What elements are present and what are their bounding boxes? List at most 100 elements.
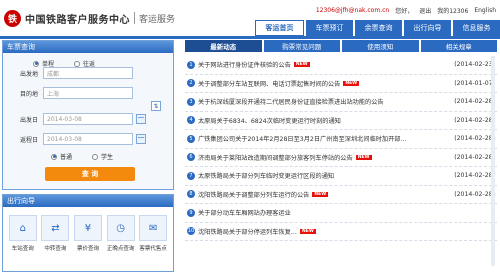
- guide-transfer[interactable]: ⇄ 中转查询: [41, 215, 71, 252]
- guide-label: 正晚点查询: [106, 246, 135, 252]
- news-item[interactable]: 2 关于调整部分车站互联网、电话订票起售时间的公告 NEW (2014-01-07): [185, 75, 497, 93]
- guide-delay[interactable]: ◷ 正晚点查询: [106, 215, 136, 252]
- my-12306-link[interactable]: 我的12306: [437, 6, 468, 15]
- agency-icon: ✉: [139, 215, 168, 241]
- tab-notice[interactable]: 使用须知: [342, 40, 419, 52]
- return-row: 返程日: [3, 133, 146, 145]
- guide-grid: ⌂ 车站查询 ⇄ 中转查询 ¥ 票价查询 ◷ 正晚点查询 ✉ 客票代售点: [3, 207, 173, 252]
- item-number: 9: [187, 208, 195, 217]
- tab-latest[interactable]: 最新动态: [185, 40, 262, 52]
- news-item[interactable]: 8 沈阳铁路局关于调整部分列车运行的公告 NEW (2014-02-28): [185, 186, 497, 204]
- news-panel: 最新动态 购票常见问题 使用须知 相关规章 1 关于网站进行身份证件核验的公告 NE…: [185, 40, 497, 272]
- news-item[interactable]: 4 太原局关于6834、6824次临时变更运行时刻的通知 (2014-02-28): [185, 112, 497, 130]
- nav-booking[interactable]: 车票预订: [306, 20, 353, 36]
- tab-rules[interactable]: 相关规章: [420, 40, 497, 52]
- guide-label: 客票代售点: [139, 246, 167, 252]
- guide-label: 车站查询: [11, 246, 34, 252]
- user-bar: 12306@jfh@nak.com.cn 您好， 退出 我的12306 Engl…: [0, 0, 500, 20]
- depart-row: 出发日: [3, 113, 146, 125]
- news-item[interactable]: 5 广铁集团公司关于2014年2月28日至3月2日广州南至深圳北间临时加开部… (2…: [185, 130, 497, 149]
- news-item[interactable]: 3 关于杭深线厦深段开通持二代居民身份证直接检票进出站功能的公告 (2014-02-…: [185, 93, 497, 112]
- new-badge: NEW: [312, 191, 329, 197]
- from-field[interactable]: [43, 67, 133, 79]
- clock-icon: ◷: [106, 215, 135, 241]
- nav-guide[interactable]: 出行向导: [404, 20, 451, 36]
- return-label: 返程日: [19, 136, 38, 144]
- guide-station[interactable]: ⌂ 车站查询: [8, 215, 38, 252]
- news-title[interactable]: 沈阳铁路局关于调整部分列车运行的公告: [198, 190, 309, 199]
- news-item[interactable]: 1 关于网站进行身份证件核验的公告 NEW (2014-02-23): [185, 56, 497, 75]
- item-number: 4: [187, 116, 195, 125]
- news-title[interactable]: 关于杭深线厦深段开通持二代居民身份证直接检票进出站功能的公告: [198, 97, 384, 106]
- scrollbar[interactable]: [491, 56, 495, 266]
- panel-title: 车票查询: [3, 41, 173, 53]
- news-title[interactable]: 太原铁路局关于部分列车临时变更运行区段的通知: [198, 171, 334, 180]
- radio-dot: [92, 153, 99, 160]
- type-student-radio[interactable]: 学生: [92, 152, 113, 161]
- type-normal-radio[interactable]: 普通: [51, 152, 72, 161]
- passenger-type: 普通 学生: [3, 152, 113, 161]
- news-item[interactable]: 9 关于部分动车车厢网站办理客运业: [185, 204, 497, 223]
- swap-stations-icon[interactable]: ⇅: [151, 101, 161, 111]
- nav-home[interactable]: 客运首页: [255, 20, 304, 36]
- depart-date-field[interactable]: [43, 113, 133, 125]
- radio-label: 普通: [60, 154, 73, 161]
- return-date-field[interactable]: [43, 133, 133, 145]
- from-label: 出发地: [19, 70, 38, 78]
- news-title[interactable]: 关于网站进行身份证件核验的公告: [198, 60, 291, 69]
- to-field[interactable]: [43, 87, 133, 99]
- news-title[interactable]: 太原局关于6834、6824次临时变更运行时刻的通知: [198, 116, 341, 125]
- item-number: 7: [187, 171, 195, 180]
- language-link[interactable]: English: [474, 7, 496, 14]
- nav-availability[interactable]: 余票查询: [355, 20, 402, 36]
- calendar-icon[interactable]: [136, 134, 146, 144]
- to-row: 目的地: [3, 87, 133, 99]
- query-button[interactable]: 查 询: [45, 167, 135, 181]
- radio-dot: [33, 60, 39, 67]
- nav-info[interactable]: 信息服务: [453, 20, 500, 36]
- new-badge: NEW: [343, 80, 360, 86]
- travel-guide-panel: 出行向导 ⌂ 车站查询 ⇄ 中转查询 ¥ 票价查询 ◷ 正晚点查询 ✉ 客票代售点: [2, 194, 174, 272]
- news-item[interactable]: 10 沈阳铁路局关于部分停运列车恢复… NEW: [185, 223, 497, 241]
- guide-label: 中转查询: [44, 246, 67, 252]
- news-list: 1 关于网站进行身份证件核验的公告 NEW (2014-02-23) 2 关于调整部分车站…: [185, 56, 497, 241]
- radio-dot: [51, 153, 57, 160]
- item-number: 5: [187, 134, 195, 143]
- tab-faq[interactable]: 购票常见问题: [263, 40, 340, 52]
- news-title[interactable]: 济南局关于莱阳站改造期间调整部分旅客列车停站的公告: [198, 153, 353, 162]
- station-icon: ⌂: [8, 215, 37, 241]
- item-number: 6: [187, 153, 195, 162]
- guide-label: 票价查询: [76, 246, 99, 252]
- news-item[interactable]: 7 太原铁路局关于部分列车临时变更运行区段的通知 (2014-02-28): [185, 167, 497, 186]
- new-badge: NEW: [355, 154, 372, 160]
- to-label: 目的地: [19, 90, 38, 98]
- guide-price[interactable]: ¥ 票价查询: [73, 215, 103, 252]
- radio-label: 学生: [101, 154, 114, 161]
- news-tabs: 最新动态 购票常见问题 使用须知 相关规章: [185, 40, 497, 52]
- account-link[interactable]: 12306@jfh@nak.com.cn: [316, 7, 389, 14]
- news-title[interactable]: 关于部分动车车厢网站办理客运业: [198, 208, 291, 217]
- item-number: 1: [187, 60, 195, 69]
- news-title[interactable]: 沈阳铁路局关于部分停运列车恢复…: [198, 227, 297, 236]
- from-row: 出发地: [3, 67, 133, 79]
- guide-agency[interactable]: ✉ 客票代售点: [138, 215, 168, 252]
- header-rule: [0, 36, 500, 39]
- ticket-query-panel: 车票查询 单程 往返 出发地 目的地 ⇅ 出发日 返程日 普通 学生 查 询: [2, 40, 174, 190]
- calendar-icon[interactable]: [136, 114, 146, 124]
- item-number: 8: [187, 190, 195, 199]
- news-item[interactable]: 6 济南局关于莱阳站改造期间调整部分旅客列车停站的公告 NEW (2014-02-28…: [185, 149, 497, 167]
- new-badge: NEW: [300, 228, 316, 234]
- trip-type: 单程 往返: [3, 53, 173, 68]
- transfer-icon: ⇄: [41, 215, 70, 241]
- new-badge: NEW: [293, 62, 310, 68]
- welcome-text: 您好，: [395, 7, 414, 15]
- news-title[interactable]: 关于调整部分车站互联网、电话订票起售时间的公告: [198, 79, 340, 88]
- price-icon: ¥: [73, 215, 102, 241]
- news-title[interactable]: 广铁集团公司关于2014年2月28日至3月2日广州南至深圳北间临时加开部…: [198, 134, 407, 143]
- depart-label: 出发日: [19, 116, 38, 124]
- item-number: 2: [187, 79, 195, 88]
- radio-dot: [74, 60, 81, 67]
- panel-title: 出行向导: [3, 195, 173, 207]
- item-number: 10: [187, 227, 195, 236]
- logout-link[interactable]: 退出: [419, 6, 431, 15]
